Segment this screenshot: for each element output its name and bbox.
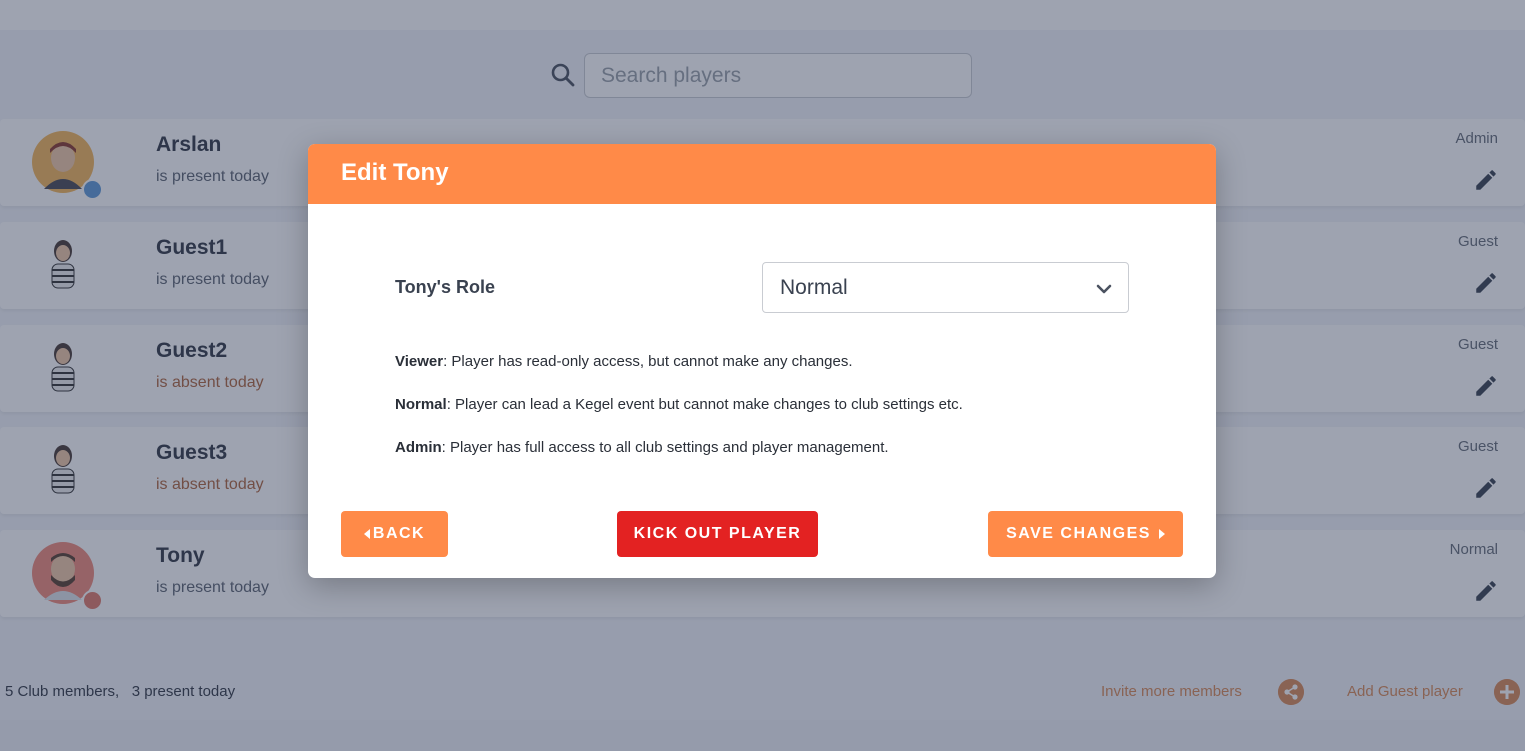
role-description-viewer: Viewer: Player has read-only access, but… — [395, 353, 853, 370]
role-select-value: Normal — [780, 276, 848, 299]
role-text: : Player has full access to all club set… — [441, 439, 889, 456]
save-label: SAVE CHANGES — [1006, 525, 1151, 542]
caret-left-icon — [363, 529, 370, 539]
role-label: Tony's Role — [395, 277, 495, 297]
role-term: Viewer — [395, 353, 444, 370]
edit-player-dialog: Edit Tony Tony's Role Normal Viewer: Pla… — [308, 144, 1216, 578]
kick-label: KICK OUT PLAYER — [633, 525, 802, 542]
back-label: BACK — [372, 525, 426, 542]
dialog-header: Edit Tony — [308, 144, 1216, 204]
club-members-page: Arslan is present today Admin Guest1 is … — [0, 0, 1525, 751]
kick-out-player-button[interactable]: KICK OUT PLAYER — [617, 511, 818, 557]
role-description-normal: Normal: Player can lead a Kegel event bu… — [395, 396, 963, 413]
role-text: : Player can lead a Kegel event but cann… — [446, 396, 963, 413]
role-term: Normal — [395, 396, 447, 413]
back-button[interactable]: BACK — [341, 511, 448, 557]
role-select[interactable]: Normal — [762, 262, 1129, 313]
chevron-down-icon — [1096, 284, 1112, 294]
dialog-title: Edit Tony — [341, 159, 449, 186]
role-description-admin: Admin: Player has full access to all clu… — [395, 439, 889, 456]
role-text: : Player has read-only access, but canno… — [443, 353, 853, 370]
role-term: Admin — [395, 439, 442, 456]
caret-right-icon — [1158, 529, 1165, 539]
save-changes-button[interactable]: SAVE CHANGES — [988, 511, 1183, 557]
